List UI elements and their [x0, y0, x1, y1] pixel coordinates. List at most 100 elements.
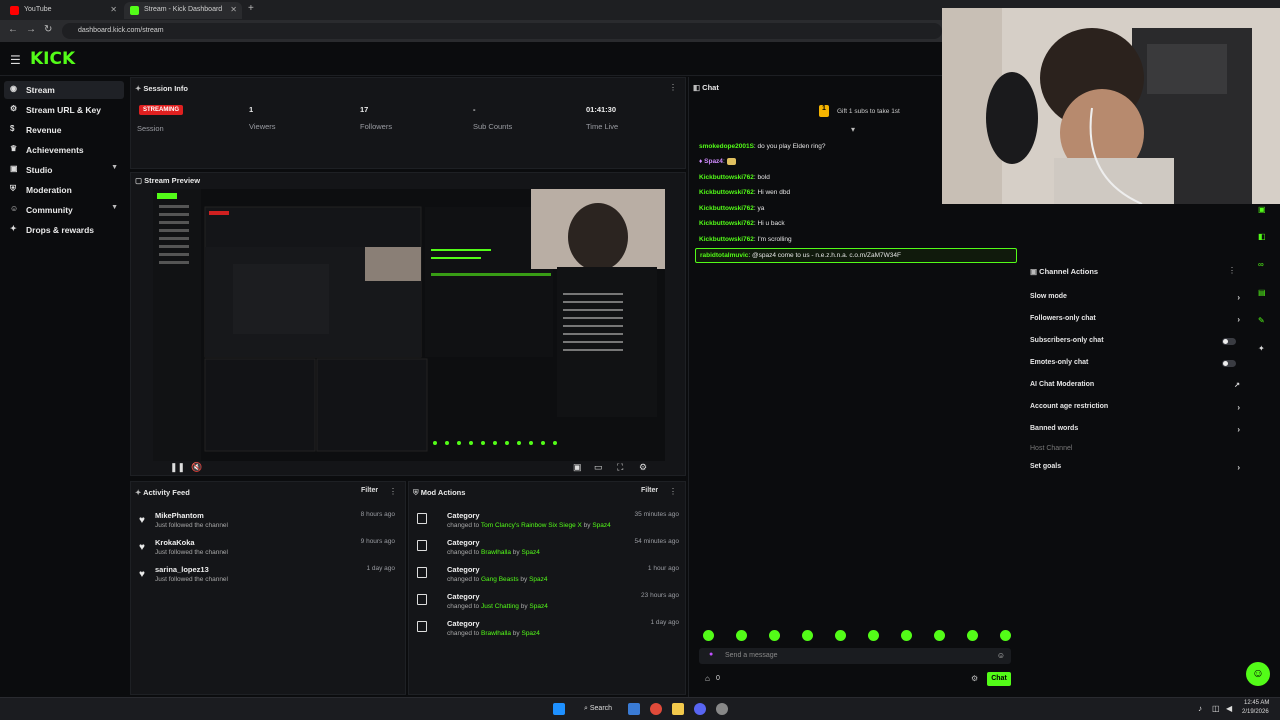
- mic-tray-icon[interactable]: ♪: [1198, 704, 1202, 713]
- chat-message: ♦ Spaz4:: [699, 158, 736, 165]
- banned-words-row[interactable]: Banned words ›: [1030, 425, 1240, 441]
- sidebar-item-label: Community: [26, 205, 73, 215]
- tab-youtube[interactable]: YouTube ✕: [4, 2, 122, 19]
- pip-icon[interactable]: ▣: [573, 462, 582, 473]
- filter-button[interactable]: Filter: [641, 487, 658, 494]
- mod-action-name: Category: [447, 511, 480, 520]
- mod-actions-panel: ⛨ Mod Actions Filter ⋮ Category changed …: [408, 481, 686, 695]
- actions-rail-icon[interactable]: ▤: [1258, 288, 1270, 300]
- settings-icon[interactable]: ⚙: [639, 462, 647, 473]
- settings-app-icon[interactable]: [716, 703, 728, 715]
- follower-name[interactable]: sarina_lopez13: [155, 565, 209, 574]
- network-icon[interactable]: ◫: [1212, 704, 1220, 713]
- pin-icon[interactable]: ▾: [851, 125, 855, 134]
- followers-label: Followers: [360, 122, 393, 131]
- pause-icon[interactable]: ❚❚: [170, 462, 185, 473]
- chevron-down-icon: ▼: [111, 164, 118, 171]
- close-icon[interactable]: ✕: [230, 5, 237, 14]
- rail-extra-icon[interactable]: ✦: [1258, 344, 1270, 356]
- emote-icon[interactable]: [835, 630, 846, 641]
- chat-message: smokedope2001S: do you play Elden ring?: [699, 143, 826, 150]
- rail-icon[interactable]: ▣: [1258, 205, 1270, 217]
- sidebar-item-studio[interactable]: ▣ Studio ▼: [4, 161, 124, 179]
- clock-date[interactable]: 2/19/2026: [1242, 709, 1269, 715]
- reload-icon[interactable]: ↻: [44, 24, 52, 35]
- sidebar-item-stream[interactable]: ◉ Stream: [4, 81, 124, 99]
- discord-icon[interactable]: [694, 703, 706, 715]
- subscribers-only-row[interactable]: Subscribers-only chat: [1030, 337, 1240, 353]
- followers-only-row[interactable]: Followers-only chat ›: [1030, 315, 1240, 331]
- more-options-icon[interactable]: ⋮: [389, 487, 397, 496]
- tab-kick-dashboard[interactable]: Stream - Kick Dashboard ✕: [124, 2, 242, 19]
- taskbar-search[interactable]: ⌕ Search: [578, 702, 618, 716]
- forward-icon[interactable]: →: [26, 24, 36, 35]
- emote-icon[interactable]: [967, 630, 978, 641]
- close-icon[interactable]: ✕: [110, 5, 117, 14]
- time-live-label: Time Live: [586, 122, 619, 131]
- emotes-only-row[interactable]: Emotes-only chat: [1030, 359, 1240, 375]
- gift-subs-text[interactable]: Gift 1 subs to take 1st: [837, 108, 900, 115]
- stream-preview-video[interactable]: [153, 189, 665, 461]
- mod-action-time: 35 minutes ago: [634, 511, 679, 518]
- sidebar-item-revenue[interactable]: $ Revenue: [4, 121, 124, 139]
- sidebar-item-label: Revenue: [26, 125, 62, 135]
- fullscreen-icon[interactable]: ⛶: [617, 462, 623, 473]
- emote-icon: [726, 158, 736, 165]
- filter-button[interactable]: Filter: [361, 487, 378, 494]
- emote-icon[interactable]: [934, 630, 945, 641]
- sidebar-item-achievements[interactable]: ♛ Achievements: [4, 141, 124, 159]
- follower-name[interactable]: KrokaKoka: [155, 538, 195, 547]
- sidebar-item-stream-url-key[interactable]: ⚙ Stream URL & Key: [4, 101, 124, 119]
- emote-icon[interactable]: [769, 630, 780, 641]
- chat-message: Kickbuttowski762: Hi u back: [699, 220, 785, 227]
- emote-icon[interactable]: [868, 630, 879, 641]
- sub-counts-value: -: [473, 105, 476, 114]
- new-tab-button[interactable]: +: [248, 3, 254, 14]
- emote-icon[interactable]: [736, 630, 747, 641]
- clock-time[interactable]: 12:45 AM: [1244, 700, 1269, 706]
- emotes-only-toggle[interactable]: [1222, 360, 1236, 367]
- back-icon[interactable]: ←: [8, 24, 18, 35]
- account-age-row[interactable]: Account age restriction ›: [1030, 403, 1240, 419]
- volume-icon[interactable]: ◀: [1226, 704, 1232, 713]
- sidebar-item-drops-rewards[interactable]: ✦ Drops & rewards: [4, 221, 124, 239]
- subscribers-only-toggle[interactable]: [1222, 338, 1236, 345]
- sub-counts-label: Sub Counts: [473, 122, 513, 131]
- windows-start-icon[interactable]: [553, 703, 565, 715]
- more-options-icon[interactable]: ⋮: [669, 83, 677, 92]
- emote-icon[interactable]: [901, 630, 912, 641]
- chat-input[interactable]: ● Send a message ☺: [699, 648, 1011, 664]
- emote-icon[interactable]: [703, 630, 714, 641]
- sidebar-item-community[interactable]: ☺ Community ▼: [4, 201, 124, 219]
- url-input[interactable]: dashboard.kick.com/stream: [62, 23, 942, 39]
- follower-name[interactable]: MikePhantom: [155, 511, 204, 520]
- send-chat-button[interactable]: Chat: [987, 672, 1011, 686]
- chat-rail-icon[interactable]: ◧: [1258, 232, 1270, 244]
- mute-icon[interactable]: 🔇: [191, 462, 202, 473]
- emote-icon[interactable]: [1000, 630, 1011, 641]
- mic-icon[interactable]: ●: [709, 651, 713, 658]
- emote-icon[interactable]: [802, 630, 813, 641]
- steam-icon[interactable]: [628, 703, 640, 715]
- theater-icon[interactable]: ▭: [594, 462, 603, 473]
- gear-icon: ⚙: [10, 104, 18, 113]
- kick-logo[interactable]: KICK: [30, 49, 75, 69]
- more-options-icon[interactable]: ⋮: [1228, 266, 1236, 275]
- mod-action-name: Category: [447, 592, 480, 601]
- file-explorer-icon[interactable]: [672, 703, 684, 715]
- emoji-icon[interactable]: ☺: [997, 651, 1005, 660]
- ai-chat-moderation-row[interactable]: AI Chat Moderation ↗: [1030, 381, 1240, 397]
- gift-icon[interactable]: ⌂: [705, 674, 710, 683]
- menu-icon[interactable]: ☰: [10, 53, 21, 67]
- more-options-icon[interactable]: ⋮: [669, 487, 677, 496]
- chat-settings-icon[interactable]: ⚙: [971, 674, 978, 683]
- chrome-icon[interactable]: [650, 703, 662, 715]
- tool-rail-icon[interactable]: ✎: [1258, 316, 1270, 328]
- slow-mode-row[interactable]: Slow mode ›: [1030, 293, 1240, 309]
- help-chat-icon[interactable]: ☺: [1246, 662, 1270, 686]
- mod-action-detail: changed to Tom Clancy's Rainbow Six Sieg…: [447, 522, 611, 529]
- link-rail-icon[interactable]: ∞: [1258, 260, 1270, 272]
- sidebar-item-moderation[interactable]: ⛨ Moderation: [4, 181, 124, 199]
- set-goals-row[interactable]: Set goals ›: [1030, 463, 1240, 479]
- mod-action-time: 23 hours ago: [641, 592, 679, 599]
